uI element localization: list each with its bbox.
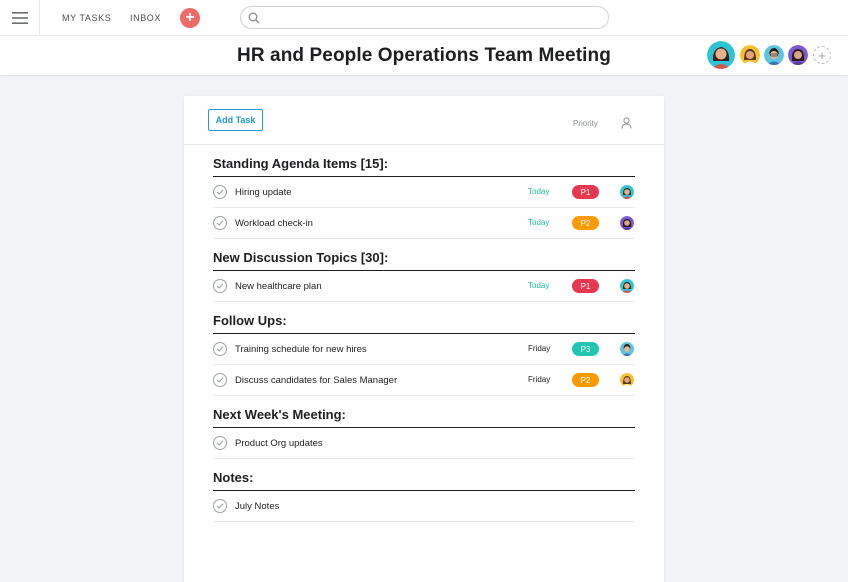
- task-name[interactable]: New healthcare plan: [235, 281, 322, 292]
- search-input[interactable]: [240, 6, 609, 29]
- section-header[interactable]: Notes:: [213, 459, 635, 491]
- quick-add-button[interactable]: +: [180, 8, 200, 28]
- task-name[interactable]: Discuss candidates for Sales Manager: [235, 375, 397, 386]
- list-toolbar: Add Task Priority: [184, 96, 664, 145]
- section-header[interactable]: New Discussion Topics [30]:: [213, 239, 635, 271]
- search-icon: [248, 12, 260, 24]
- section-header[interactable]: Next Week's Meeting:: [213, 396, 635, 428]
- task-list: Standing Agenda Items [15]: Hiring updat…: [213, 145, 635, 522]
- check-icon[interactable]: [213, 342, 227, 356]
- task-name[interactable]: July Notes: [235, 501, 279, 512]
- plus-icon: +: [185, 9, 195, 26]
- check-icon[interactable]: [213, 373, 227, 387]
- task-row[interactable]: Discuss candidates for Sales Manager Fri…: [213, 365, 635, 396]
- check-icon[interactable]: [213, 279, 227, 293]
- task-row[interactable]: July Notes: [213, 491, 635, 522]
- member-avatar[interactable]: [764, 45, 784, 65]
- task-name[interactable]: Workload check-in: [235, 218, 313, 229]
- avatar-teal[interactable]: [620, 279, 634, 293]
- check-icon[interactable]: [213, 436, 227, 450]
- check-icon[interactable]: [213, 185, 227, 199]
- task-name[interactable]: Hiring update: [235, 187, 292, 198]
- check-icon[interactable]: [213, 216, 227, 230]
- project-header: HR and People Operations Team Meeting +: [0, 36, 848, 76]
- member-avatar[interactable]: [788, 45, 808, 65]
- avatar-yellow[interactable]: [620, 373, 634, 387]
- assignee-icon[interactable]: [621, 117, 632, 129]
- avatar-purple[interactable]: [620, 216, 634, 230]
- due-date[interactable]: Today: [528, 218, 549, 227]
- task-row[interactable]: New healthcare plan Today P1: [213, 271, 635, 302]
- due-date[interactable]: Today: [528, 187, 549, 196]
- add-task-button[interactable]: Add Task: [208, 109, 263, 131]
- priority-badge[interactable]: P1: [572, 279, 599, 293]
- task-name[interactable]: Product Org updates: [235, 438, 323, 449]
- task-row[interactable]: Product Org updates: [213, 428, 635, 459]
- due-date[interactable]: Friday: [528, 344, 550, 353]
- member-avatar[interactable]: [740, 45, 760, 65]
- menu-icon[interactable]: [0, 0, 40, 36]
- task-list-card: Add Task Priority Standing Agenda Items …: [184, 96, 664, 582]
- top-bar: MY TASKS INBOX +: [0, 0, 848, 36]
- priority-badge[interactable]: P2: [572, 216, 599, 230]
- priority-badge[interactable]: P1: [572, 185, 599, 199]
- section-header[interactable]: Follow Ups:: [213, 302, 635, 334]
- priority-badge[interactable]: P2: [572, 373, 599, 387]
- task-row[interactable]: Hiring update Today P1: [213, 177, 635, 208]
- priority-badge[interactable]: P3: [572, 342, 599, 356]
- nav-inbox[interactable]: INBOX: [130, 13, 161, 23]
- add-member-button[interactable]: +: [813, 46, 831, 64]
- priority-column-header[interactable]: Priority: [573, 119, 598, 128]
- section-header[interactable]: Standing Agenda Items [15]:: [213, 145, 635, 177]
- user-avatar[interactable]: [707, 41, 735, 69]
- check-icon[interactable]: [213, 499, 227, 513]
- task-row[interactable]: Workload check-in Today P2: [213, 208, 635, 239]
- due-date[interactable]: Today: [528, 281, 549, 290]
- due-date[interactable]: Friday: [528, 375, 550, 384]
- avatar-teal[interactable]: [620, 185, 634, 199]
- nav-my-tasks[interactable]: MY TASKS: [62, 13, 111, 23]
- task-name[interactable]: Training schedule for new hires: [235, 344, 367, 355]
- plus-icon: +: [818, 47, 826, 63]
- task-row[interactable]: Training schedule for new hires Friday P…: [213, 334, 635, 365]
- avatar-blue[interactable]: [620, 342, 634, 356]
